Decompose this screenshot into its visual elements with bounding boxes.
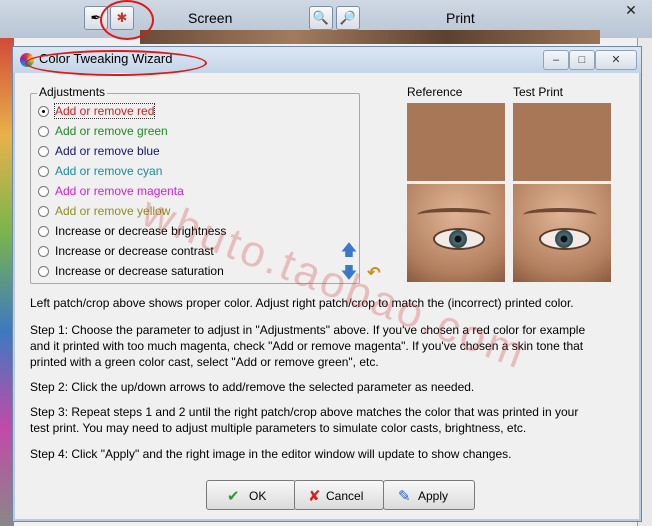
undo-icon: ↶: [367, 265, 381, 282]
radio-button[interactable]: [38, 126, 49, 137]
adjustments-legend: Adjustments: [37, 85, 108, 99]
minimize-button[interactable]: –: [543, 50, 569, 70]
zoom-out-icon: 🔍: [312, 10, 330, 25]
step2-text: Step 2: Click the up/down arrows to add/…: [30, 380, 475, 394]
zoom-out-button[interactable]: 🔍: [309, 6, 333, 30]
color-tweaking-wizard-dialog: Color Tweaking Wizard – □ ✕ Adjustments …: [12, 46, 642, 522]
intro-text: Left patch/crop above shows proper color…: [30, 296, 574, 310]
reference-color-patch: [407, 103, 505, 181]
radio-button[interactable]: [38, 226, 49, 237]
ok-button-label: OK: [249, 489, 267, 503]
print-label: Print: [446, 10, 475, 26]
step3-line-1: Step 3: Repeat steps 1 and 2 until the r…: [30, 405, 579, 419]
close-icon: ✕: [625, 2, 637, 18]
apply-icon: ✎: [398, 488, 411, 505]
adjustment-option-label: Add or remove yellow: [55, 204, 171, 218]
down-arrow-icon: 🡇: [340, 265, 358, 282]
decrease-arrow-button[interactable]: 🡇: [340, 265, 358, 283]
step1-line-1: Step 1: Choose the parameter to adjust i…: [30, 323, 586, 337]
adjustment-option-label: Increase or decrease contrast: [55, 244, 214, 258]
adjustment-option-label: Add or remove red: [53, 103, 156, 119]
adjustment-option-label: Increase or decrease saturation: [55, 264, 224, 278]
cross-icon: ✘: [308, 488, 321, 505]
reset-button[interactable]: ↶: [365, 265, 383, 283]
ok-button[interactable]: ✔ OK: [206, 480, 296, 510]
annotation-circle-tool: [100, 0, 154, 40]
reference-eyebrow: [417, 208, 491, 222]
checkmark-icon: ✔: [227, 488, 240, 505]
close-button[interactable]: ✕: [595, 50, 637, 70]
test-print-eye: [539, 228, 591, 250]
reference-image-crop: [407, 184, 505, 282]
close-icon: ✕: [611, 54, 621, 66]
cancel-button-label: Cancel: [326, 489, 364, 503]
radio-button[interactable]: [38, 186, 49, 197]
adjustment-option-label: Add or remove green: [55, 124, 168, 138]
test-print-eyebrow: [523, 208, 597, 222]
radio-button[interactable]: [38, 146, 49, 157]
radio-button[interactable]: [38, 106, 49, 117]
test-print-image-crop: [513, 184, 611, 282]
background-photo-strip: [140, 30, 600, 44]
step1-line-2: and it printed with too much magenta, ch…: [30, 339, 584, 353]
annotation-circle-title: [25, 50, 207, 76]
cancel-button[interactable]: ✘ Cancel: [294, 480, 384, 510]
step4-text: Step 4: Click "Apply" and the right imag…: [30, 447, 512, 461]
background-close-button[interactable]: ✕: [622, 2, 640, 20]
test-print-iris: [555, 230, 573, 248]
maximize-button[interactable]: □: [569, 50, 595, 70]
adjustment-option-label: Add or remove magenta: [55, 184, 184, 198]
minimize-icon: –: [552, 54, 560, 66]
step3-line-2: test print. You may need to adjust multi…: [30, 421, 527, 435]
zoom-in-button[interactable]: 🔎: [336, 6, 360, 30]
reference-iris: [449, 230, 467, 248]
increase-arrow-button[interactable]: 🡅: [340, 242, 358, 260]
zoom-in-icon: 🔎: [339, 10, 357, 25]
apply-button-label: Apply: [418, 489, 449, 503]
radio-button[interactable]: [38, 206, 49, 217]
up-arrow-icon: 🡅: [340, 242, 358, 259]
step1-line-3: printed with a green color cast, select …: [30, 355, 379, 369]
test-print-label: Test Print: [513, 85, 564, 99]
test-print-color-patch: [513, 103, 611, 181]
maximize-icon: □: [578, 54, 586, 66]
adjustment-option-label: Add or remove cyan: [55, 164, 163, 178]
apply-button[interactable]: ✎ Apply: [383, 480, 475, 510]
radio-button[interactable]: [38, 166, 49, 177]
reference-eye: [433, 228, 485, 250]
screen-label: Screen: [188, 10, 233, 26]
reference-label: Reference: [407, 85, 463, 99]
radio-button[interactable]: [38, 266, 49, 277]
adjustment-option-label: Increase or decrease brightness: [55, 224, 227, 238]
adjustment-option-label: Add or remove blue: [55, 144, 160, 158]
radio-button[interactable]: [38, 246, 49, 257]
adjustments-group: Adjustments Add or remove red Add or remo…: [30, 85, 360, 284]
